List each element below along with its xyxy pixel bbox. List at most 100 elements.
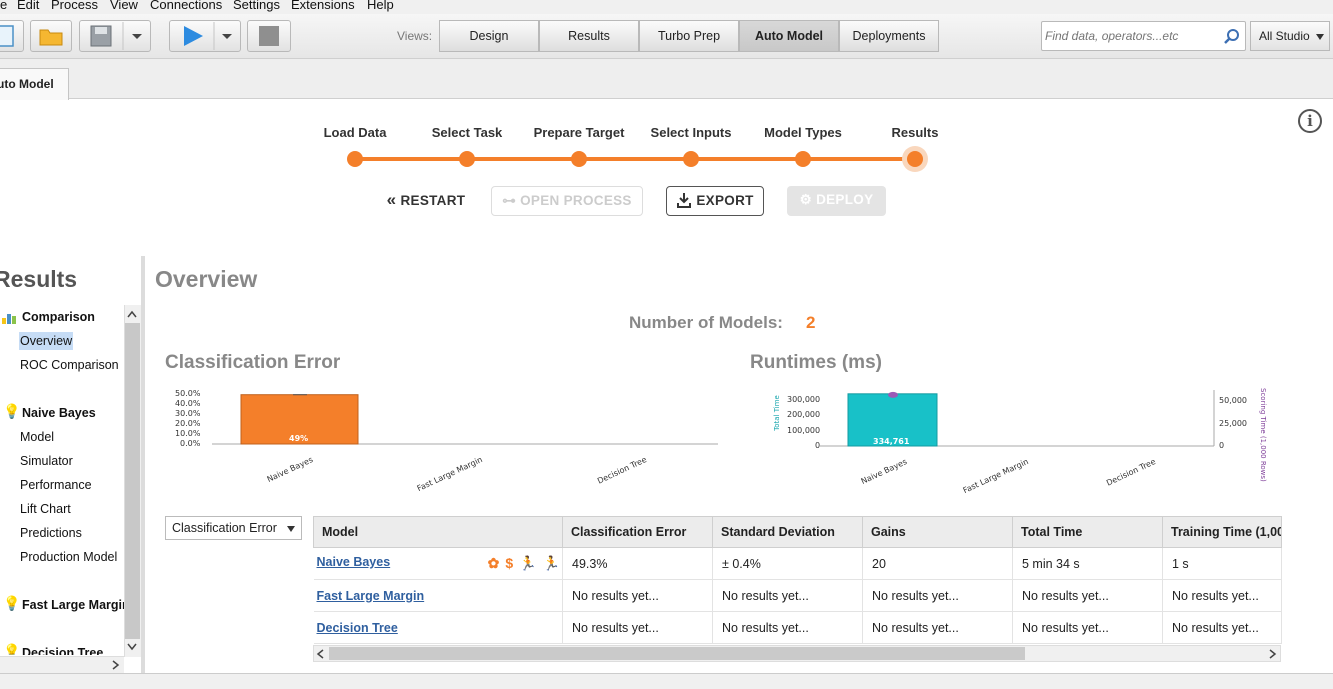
step-label-select-task[interactable]: Select Task bbox=[432, 125, 503, 140]
table-cell: 49.3% bbox=[562, 547, 713, 580]
y-axis-label: Total Time bbox=[772, 395, 781, 431]
table-cell: No results yet... bbox=[1162, 579, 1282, 612]
app-window: e Edit Process View Connections Settings… bbox=[0, 0, 1333, 689]
panel-divider[interactable] bbox=[141, 256, 145, 676]
step-dot-results[interactable] bbox=[907, 151, 923, 167]
lightbulb-icon: 💡 bbox=[3, 403, 21, 419]
menu-settings[interactable]: Settings bbox=[233, 0, 280, 12]
new-process-button[interactable] bbox=[0, 20, 24, 52]
export-button[interactable]: EXPORT bbox=[666, 186, 764, 216]
toolbar: Views: Design Results Turbo Prep Auto Mo… bbox=[0, 14, 1333, 59]
view-results-button[interactable]: Results bbox=[539, 20, 639, 52]
view-design-button[interactable]: Design bbox=[439, 20, 539, 52]
step-label-load-data[interactable]: Load Data bbox=[324, 125, 387, 140]
menu-file[interactable]: e bbox=[0, 0, 7, 12]
step-label-model-types[interactable]: Model Types bbox=[764, 125, 842, 140]
runner-teal-icon[interactable]: 🏃 bbox=[543, 555, 560, 572]
step-dot-prepare-target[interactable] bbox=[571, 151, 587, 167]
sidebar-item-roc-comparison[interactable]: ROC Comparison bbox=[19, 356, 120, 374]
save-button[interactable] bbox=[79, 20, 151, 52]
tab-strip: uto Model bbox=[0, 59, 1333, 100]
sidebar-group-decision-tree[interactable]: Decision Tree bbox=[22, 646, 103, 655]
column-header-total-time[interactable]: Total Time bbox=[1012, 516, 1163, 548]
table-cell: No results yet... bbox=[1162, 611, 1282, 644]
metric-select[interactable]: Classification Error bbox=[165, 516, 302, 540]
scroll-right-icon[interactable] bbox=[1265, 647, 1279, 661]
gear-icon: ⚙ bbox=[799, 192, 813, 207]
table-cell: No results yet... bbox=[712, 611, 863, 644]
open-process-button[interactable]: ⊶ OPEN PROCESS bbox=[491, 186, 643, 216]
view-auto-model-button[interactable]: Auto Model bbox=[739, 20, 839, 52]
model-link-naive-bayes[interactable]: Naive Bayes bbox=[317, 555, 391, 569]
table-cell: No results yet... bbox=[562, 579, 713, 612]
step-label-results[interactable]: Results bbox=[892, 125, 939, 140]
sidebar-group-comparison[interactable]: Comparison bbox=[22, 310, 95, 324]
step-label-select-inputs[interactable]: Select Inputs bbox=[651, 125, 732, 140]
step-dot-select-inputs[interactable] bbox=[683, 151, 699, 167]
restart-button[interactable]: « RESTART bbox=[380, 186, 472, 216]
menu-process[interactable]: Process bbox=[51, 0, 98, 12]
menu-extensions[interactable]: Extensions bbox=[291, 0, 355, 12]
info-icon[interactable]: i bbox=[1298, 109, 1322, 133]
sidebar-item-overview[interactable]: Overview bbox=[19, 332, 74, 350]
ribbon-icon[interactable]: ✿ bbox=[488, 555, 500, 572]
tab-auto-model[interactable]: uto Model bbox=[0, 68, 69, 100]
search-icon[interactable] bbox=[1223, 28, 1241, 46]
page-title: Overview bbox=[155, 266, 258, 292]
scroll-up-icon[interactable] bbox=[125, 307, 139, 321]
table-cell-model: Fast Large Margin bbox=[313, 579, 563, 612]
menu-connections[interactable]: Connections bbox=[150, 0, 222, 12]
download-icon bbox=[677, 193, 692, 208]
model-link-fast-large-margin[interactable]: Fast Large Margin bbox=[317, 589, 425, 603]
step-dot-load-data[interactable] bbox=[347, 151, 363, 167]
process-icon: ⊶ bbox=[502, 193, 517, 208]
column-header-standard-deviation[interactable]: Standard Deviation bbox=[712, 516, 863, 548]
view-deployments-button[interactable]: Deployments bbox=[839, 20, 939, 52]
sidebar-item-lift-chart[interactable]: Lift Chart bbox=[19, 500, 72, 518]
menu-edit[interactable]: Edit bbox=[17, 0, 39, 12]
column-header-gains[interactable]: Gains bbox=[862, 516, 1013, 548]
sidebar-group-fast-large-margin[interactable]: Fast Large Margin bbox=[22, 598, 124, 612]
menu-help[interactable]: Help bbox=[367, 0, 394, 12]
x-category-label: Naive Bayes bbox=[266, 455, 315, 485]
column-header-training-time[interactable]: Training Time (1,00 bbox=[1162, 516, 1282, 548]
open-button[interactable] bbox=[30, 20, 72, 52]
run-button[interactable] bbox=[169, 20, 241, 52]
classification-error-title: Classification Error bbox=[165, 352, 341, 373]
sidebar-item-predictions[interactable]: Predictions bbox=[19, 524, 83, 542]
scroll-right-icon[interactable] bbox=[109, 658, 123, 672]
stop-button[interactable] bbox=[247, 20, 291, 52]
search-input[interactable] bbox=[1045, 29, 1220, 43]
step-dot-model-types[interactable] bbox=[795, 151, 811, 167]
scroll-left-icon[interactable] bbox=[314, 647, 328, 661]
menu-view[interactable]: View bbox=[110, 0, 138, 12]
sidebar-group-naive-bayes[interactable]: Naive Bayes bbox=[22, 406, 96, 420]
column-header-classification-error[interactable]: Classification Error bbox=[562, 516, 713, 548]
scoring-time-marker bbox=[888, 391, 898, 398]
sidebar-item-model[interactable]: Model bbox=[19, 428, 55, 446]
sidebar-item-production-model[interactable]: Production Model bbox=[19, 548, 118, 566]
y2-tick: 0 bbox=[1219, 441, 1225, 450]
studio-select[interactable]: All Studio bbox=[1250, 21, 1330, 51]
bar-label-naive-bayes: 334,761 bbox=[873, 437, 910, 446]
sidebar-results-list: Comparison Overview ROC Comparison 💡 Nai… bbox=[0, 305, 124, 655]
sidebar-item-performance[interactable]: Performance bbox=[19, 476, 93, 494]
table-row: Naive Bayes ✿ $ 🏃 🏃 49.3% ± 0.4% 20 5 min 3… bbox=[313, 547, 1282, 580]
sidebar-scroll-thumb[interactable] bbox=[125, 323, 140, 639]
model-link-decision-tree[interactable]: Decision Tree bbox=[317, 621, 398, 635]
runner-purple-icon[interactable]: 🏃 bbox=[519, 555, 536, 572]
table-cell: 5 min 34 s bbox=[1012, 547, 1163, 580]
scroll-down-icon[interactable] bbox=[125, 640, 139, 654]
step-label-prepare-target[interactable]: Prepare Target bbox=[534, 125, 625, 140]
table-scroll-thumb[interactable] bbox=[329, 647, 1025, 660]
table-row: Decision Tree No results yet... No resul… bbox=[313, 611, 1282, 644]
sidebar-horizontal-scrollbar[interactable] bbox=[0, 656, 124, 673]
column-header-model[interactable]: Model bbox=[313, 516, 563, 548]
table-header-row: Model Classification Error Standard Devi… bbox=[313, 516, 1282, 548]
sidebar-item-simulator[interactable]: Simulator bbox=[19, 452, 74, 470]
view-turbo-prep-button[interactable]: Turbo Prep bbox=[639, 20, 739, 52]
deploy-button[interactable]: ⚙ DEPLOY bbox=[787, 186, 886, 216]
save-icon bbox=[90, 22, 142, 50]
dollar-icon[interactable]: $ bbox=[505, 555, 513, 571]
step-dot-select-task[interactable] bbox=[459, 151, 475, 167]
